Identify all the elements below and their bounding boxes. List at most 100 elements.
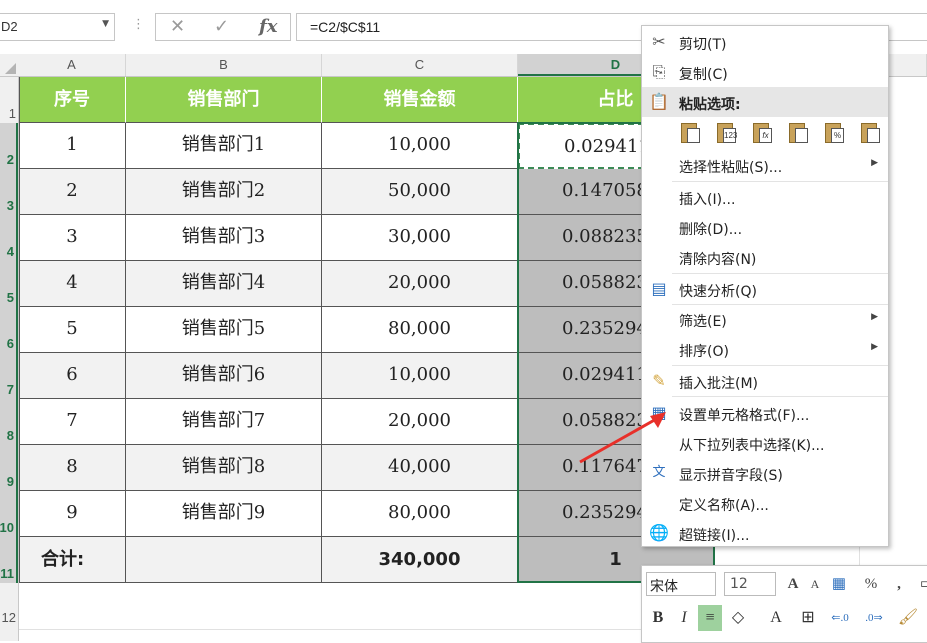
row-headers: 1 2 3 4 5 6 7 8 9 10 11 12 [0,77,19,641]
row-header[interactable]: 10 [0,491,18,537]
total-cell[interactable] [126,537,322,583]
row-header[interactable]: 2 [0,123,18,169]
paste-link-icon[interactable] [859,121,881,145]
seq-cell[interactable]: 6 [19,353,126,399]
decrease-font-icon[interactable]: A [804,572,826,596]
row-header[interactable]: 12 [0,583,18,641]
menu-item-insert-comment[interactable]: ✎ 插入批注(M) [642,366,888,396]
total-label-cell[interactable]: 合计: [19,537,126,583]
dept-cell[interactable]: 销售部门2 [126,169,322,215]
menu-item-format-cells[interactable]: ▦ 设置单元格格式(F)... [642,398,888,428]
row-header[interactable]: 1 [0,77,18,123]
borders-icon[interactable]: ⊞ [796,605,820,631]
paste-transpose-icon[interactable] [787,121,809,145]
row-header[interactable]: 9 [0,445,18,491]
seq-cell[interactable]: 8 [19,445,126,491]
menu-item-hyperlink[interactable]: 🌐 超链接(I)... [642,518,888,548]
seq-cell[interactable]: 5 [19,307,126,353]
amount-cell[interactable]: 40,000 [322,445,518,491]
column-header-a[interactable]: A [18,54,126,76]
menu-item-define-name[interactable]: 定义名称(A)... [642,488,888,518]
enter-icon[interactable]: ✓ [214,16,229,37]
amount-cell[interactable]: 80,000 [322,307,518,353]
table-header-cell[interactable]: 销售金额 [322,77,518,123]
italic-button[interactable]: I [672,605,696,631]
table-header-cell[interactable]: 序号 [19,77,126,123]
menu-item-paste-special[interactable]: 选择性粘贴(S)... ▶ [642,150,888,180]
menu-item-cut[interactable]: ✂ 剪切(T) [642,27,888,57]
menu-item-clear-contents[interactable]: 清除内容(N) [642,242,888,272]
chevron-down-icon[interactable]: ▼ [102,19,109,29]
dept-cell[interactable]: 销售部门8 [126,445,322,491]
bold-button[interactable]: B [646,605,670,631]
amount-cell[interactable]: 20,000 [322,261,518,307]
name-box[interactable]: D2 ▼ [0,13,115,41]
dept-cell[interactable]: 销售部门3 [126,215,322,261]
seq-cell[interactable]: 1 [19,123,126,169]
paste-formulas-icon[interactable]: fx [751,121,773,145]
total-cell[interactable]: 340,000 [322,537,518,583]
paste-icon[interactable] [679,121,701,145]
insert-function-icon[interactable]: fx [259,16,277,37]
column-header-b[interactable]: B [126,54,322,76]
context-menu: ✂ 剪切(T) ⎘ 复制(C) 📋 粘贴选项: 123 fx % 选择性粘贴(S… [641,25,889,547]
decrease-decimal-icon[interactable]: .0⇒ [862,605,886,631]
select-all-button[interactable] [0,54,18,76]
cancel-icon[interactable]: ✕ [170,16,185,37]
paste-values-icon[interactable]: 123 [715,121,737,145]
menu-item-filter[interactable]: 筛选(E) ▶ [642,304,888,334]
amount-cell[interactable]: 80,000 [322,491,518,537]
menu-item-pick-from-list[interactable]: 从下拉列表中选择(K)... [642,428,888,458]
menu-item-paste-options: 📋 粘贴选项: [642,87,888,117]
table-icon[interactable]: ▭ [916,572,927,596]
seq-cell[interactable]: 9 [19,491,126,537]
amount-cell[interactable]: 20,000 [322,399,518,445]
seq-cell[interactable]: 7 [19,399,126,445]
increase-font-icon[interactable]: A [782,572,804,596]
row-header[interactable]: 5 [0,261,18,307]
column-header-c[interactable]: C [322,54,518,76]
comment-icon: ✎ [652,371,666,390]
seq-cell[interactable]: 4 [19,261,126,307]
row-header[interactable]: 4 [0,215,18,261]
comma-style-button[interactable]: , [888,572,910,596]
menu-item-copy[interactable]: ⎘ 复制(C) [642,57,888,87]
row-header[interactable]: 6 [0,307,18,353]
format-painter-icon[interactable]: 🖌 [896,605,920,631]
row-header[interactable]: 7 [0,353,18,399]
menu-item-insert[interactable]: 插入(I)... [642,182,888,212]
percent-style-button[interactable]: % [860,572,882,596]
dept-cell[interactable]: 销售部门1 [126,123,322,169]
menu-item-quick-analysis[interactable]: ▤ 快速分析(Q) [642,274,888,304]
menu-item-sort[interactable]: 排序(O) ▶ [642,334,888,364]
amount-cell[interactable]: 10,000 [322,123,518,169]
menu-item-show-phonetic[interactable]: 文 显示拼音字段(S) [642,458,888,488]
dept-cell[interactable]: 销售部门9 [126,491,322,537]
seq-cell[interactable]: 2 [19,169,126,215]
seq-cell[interactable]: 3 [19,215,126,261]
amount-cell[interactable]: 50,000 [322,169,518,215]
more-options-icon[interactable]: ⋮ [132,17,145,32]
font-size-box[interactable]: 12 [724,572,776,596]
table-header-cell[interactable]: 销售部门 [126,77,322,123]
row-header[interactable]: 8 [0,399,18,445]
row-header[interactable]: 11 [0,537,18,583]
formula-buttons: ✕ ✓ fx [155,13,291,41]
number-format-icon[interactable]: ▦ [828,572,850,596]
font-name-box[interactable]: 宋体 [646,572,716,596]
dept-cell[interactable]: 销售部门5 [126,307,322,353]
dept-cell[interactable]: 销售部门4 [126,261,322,307]
increase-decimal-icon[interactable]: ⇐.0 [828,605,852,631]
amount-cell[interactable]: 10,000 [322,353,518,399]
font-color-icon[interactable]: A [764,605,788,631]
dept-cell[interactable]: 销售部门6 [126,353,322,399]
paste-formatting-icon[interactable]: % [823,121,845,145]
menu-item-delete[interactable]: 删除(D)... [642,212,888,242]
amount-cell[interactable]: 30,000 [322,215,518,261]
fill-color-icon[interactable]: ◇ [726,605,750,631]
row-header[interactable]: 3 [0,169,18,215]
chevron-right-icon: ▶ [871,158,878,168]
chevron-right-icon: ▶ [871,342,878,352]
dept-cell[interactable]: 销售部门7 [126,399,322,445]
align-center-icon[interactable]: ≡ [698,605,722,631]
